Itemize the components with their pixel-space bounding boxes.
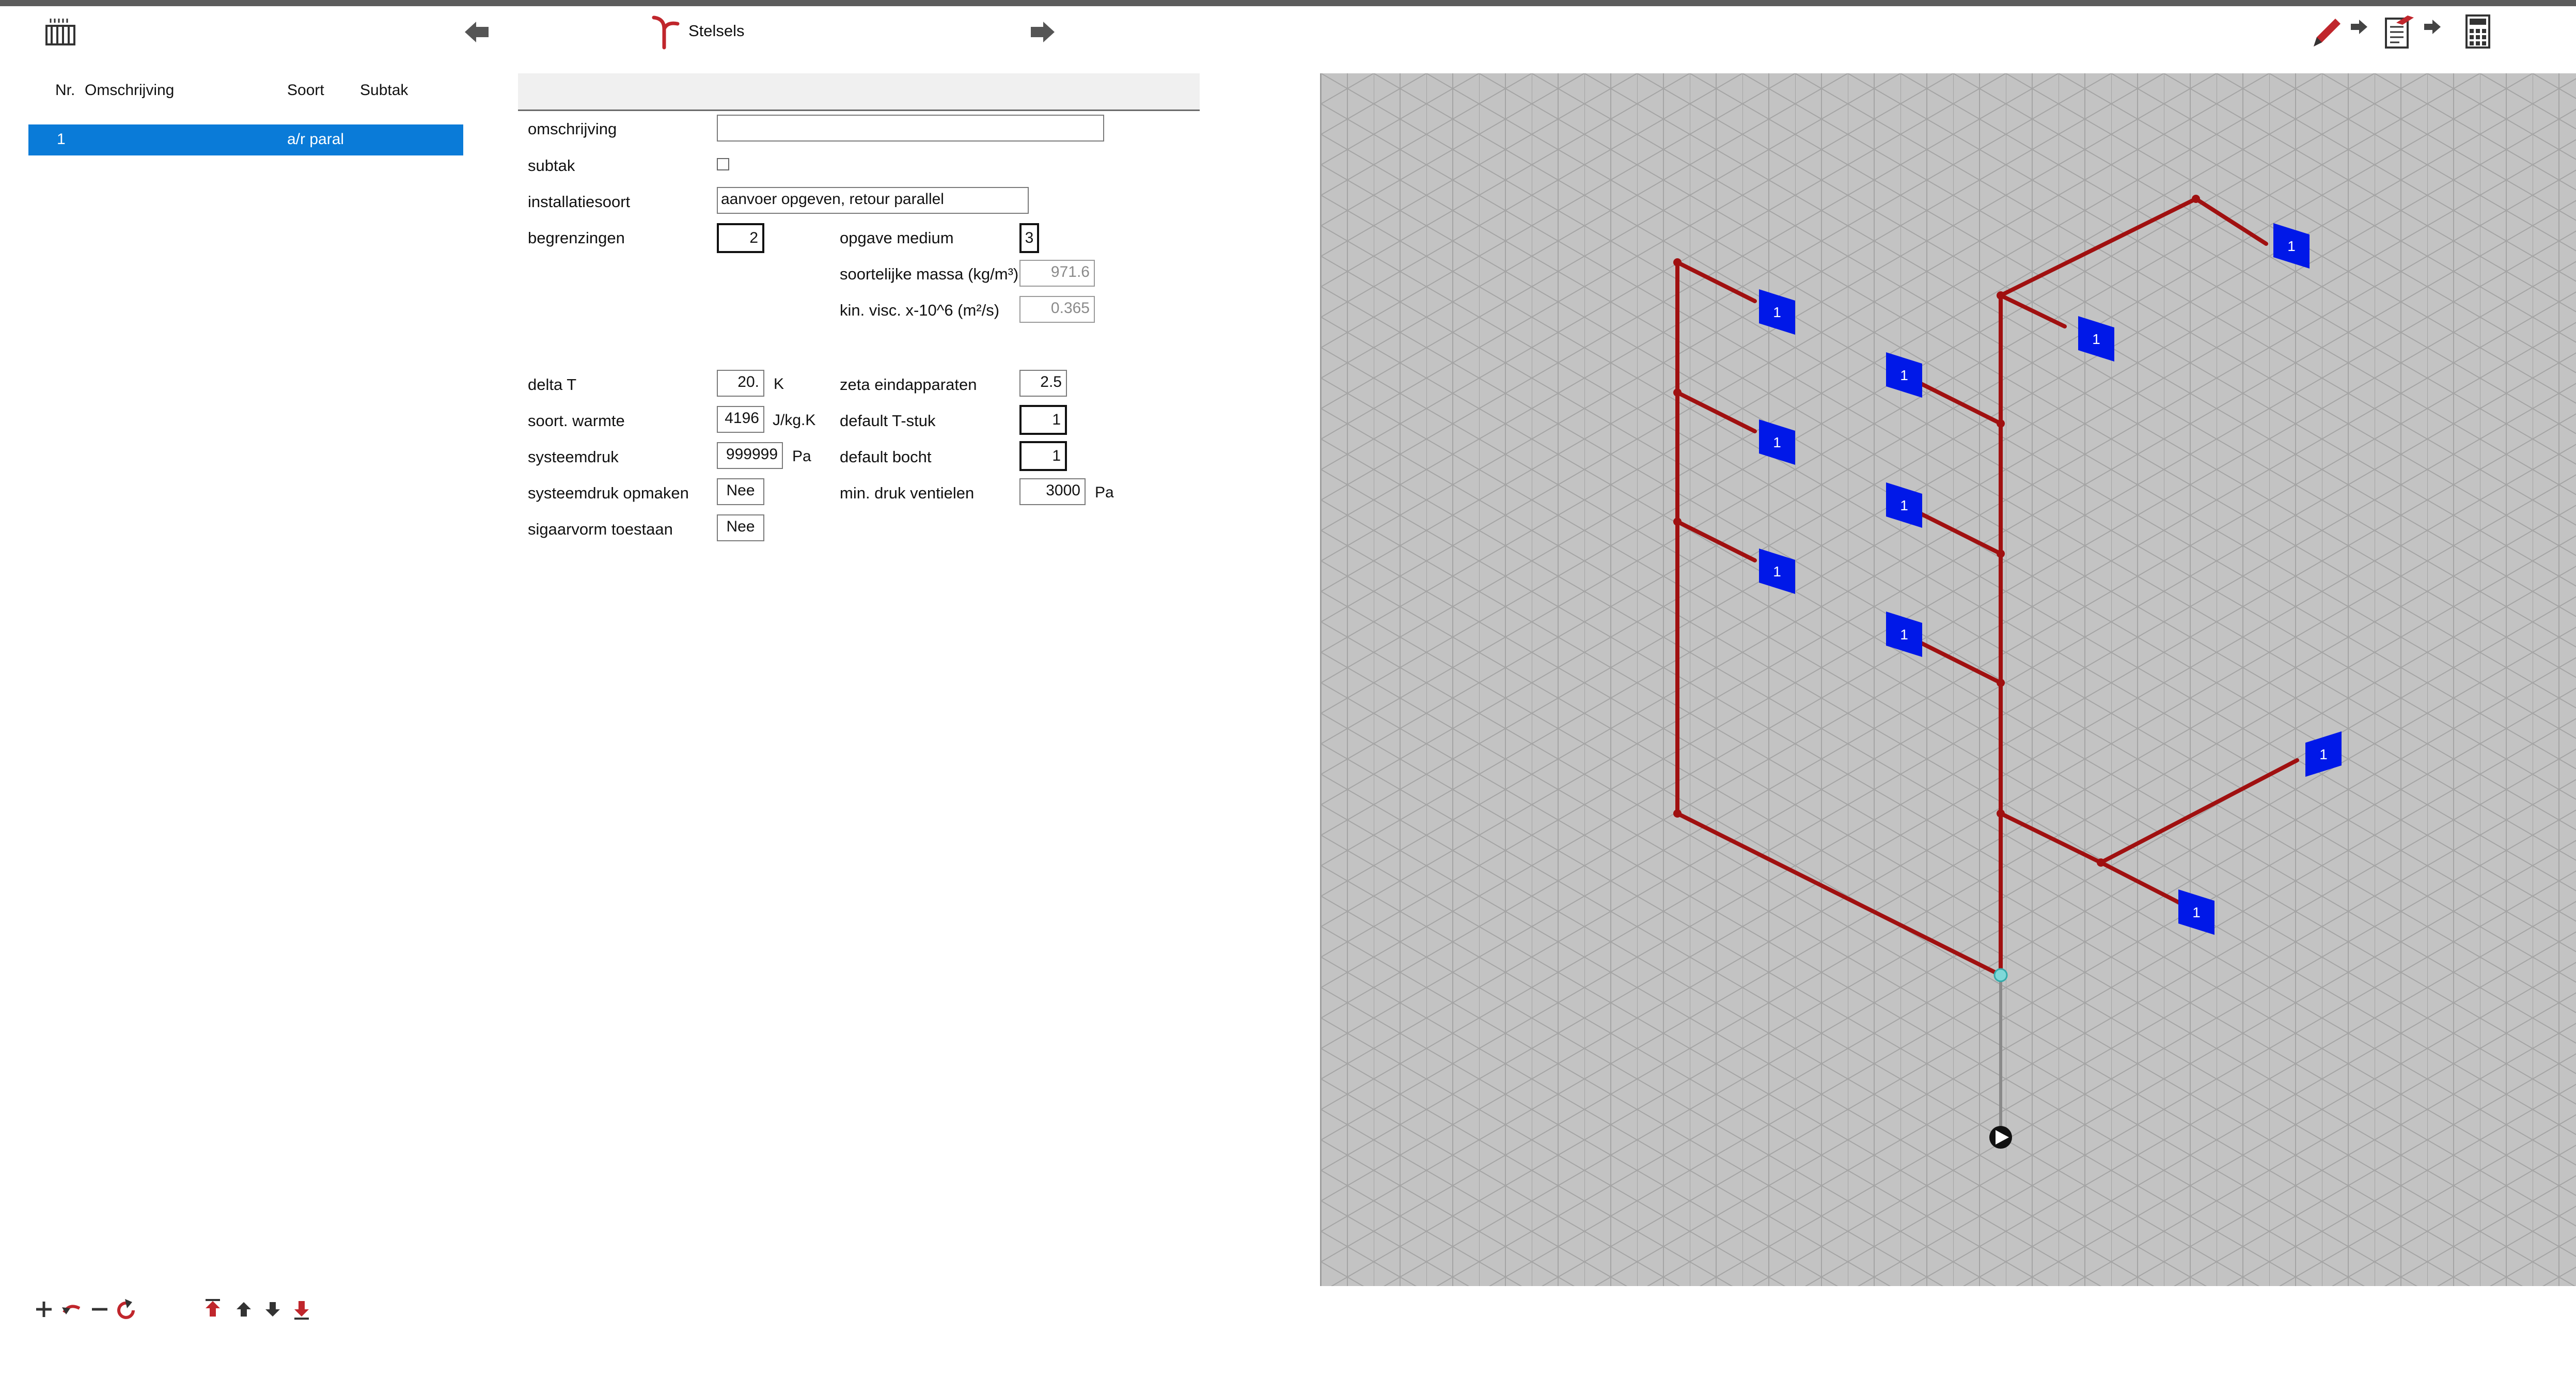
soortelijke-massa-label: soortelijke massa (kg/m³) — [840, 265, 1019, 283]
radiator-label: 1 — [1773, 304, 1781, 320]
isometric-diagram-canvas[interactable]: 1 1 1 1 1 1 1 1 1 1 — [1320, 73, 2576, 1286]
default-tstuk-label: default T-stuk — [840, 412, 936, 430]
soort-warmte-field[interactable]: 4196 — [717, 406, 764, 433]
move-up-icon[interactable] — [237, 1302, 251, 1317]
radiator-icon[interactable] — [43, 15, 77, 50]
default-tstuk-field[interactable]: 1 — [1019, 405, 1067, 435]
kin-visc-label: kin. visc. x-10^6 (m²/s) — [840, 301, 1000, 319]
installatiesoort-select[interactable]: aanvoer opgeven, retour parallel — [717, 187, 1029, 214]
radiator-label: 1 — [1773, 434, 1781, 450]
radiator-label: 1 — [1900, 627, 1908, 643]
zeta-label: zeta eindapparaten — [840, 375, 977, 394]
radiator-label: 1 — [2319, 746, 2328, 762]
refresh-icon[interactable] — [117, 1299, 135, 1319]
sigaarvorm-select[interactable]: Nee — [717, 514, 764, 541]
zeta-field[interactable]: 2.5 — [1019, 370, 1067, 397]
list-item[interactable]: 1 a/r paral — [28, 124, 463, 155]
radiator-label: 1 — [2092, 331, 2100, 347]
subtak-checkbox[interactable] — [717, 158, 729, 170]
sigaarvorm-label: sigaarvorm toestaan — [528, 520, 673, 538]
opgave-medium-label: opgave medium — [840, 229, 954, 247]
min-druk-label: min. druk ventielen — [840, 484, 975, 502]
default-bocht-field[interactable]: 1 — [1019, 441, 1067, 471]
systeemdruk-field[interactable]: 999999 — [717, 442, 783, 469]
radiator-label: 1 — [1900, 367, 1908, 383]
soort-warmte-unit: J/kg.K — [773, 412, 816, 429]
move-top-icon[interactable] — [206, 1299, 220, 1317]
kin-visc-field[interactable]: 0.365 — [1019, 296, 1095, 323]
radiator-label: 1 — [1773, 563, 1781, 580]
soortelijke-massa-field[interactable]: 971.6 — [1019, 260, 1095, 287]
systeemdruk-unit: Pa — [792, 448, 811, 465]
arrow-right-small-icon[interactable] — [2350, 19, 2368, 35]
omschrijving-label: omschrijving — [528, 120, 617, 138]
document-icon[interactable] — [2382, 12, 2418, 50]
omschrijving-field[interactable] — [717, 115, 1104, 142]
min-druk-field[interactable]: 3000 — [1019, 478, 1086, 505]
form-header-band — [518, 73, 1200, 111]
radiator-label: 1 — [1900, 497, 1908, 513]
systeemdruk-opmaken-label: systeemdruk opmaken — [528, 484, 689, 502]
default-bocht-label: default bocht — [840, 448, 932, 466]
radiator-label: 1 — [2287, 238, 2296, 254]
delta-t-field[interactable]: 20. — [717, 370, 764, 397]
systeemdruk-opmaken-select[interactable]: Nee — [717, 478, 764, 505]
connection-node[interactable] — [1993, 968, 2008, 982]
radiator-label: 1 — [2192, 904, 2201, 920]
soort-warmte-label: soort. warmte — [528, 412, 625, 430]
arrow-right-icon[interactable] — [1029, 20, 1057, 44]
begrenzingen-label: begrenzingen — [528, 229, 625, 247]
subtak-label: subtak — [528, 156, 575, 175]
plus-icon[interactable] — [36, 1302, 52, 1317]
move-bottom-icon[interactable] — [294, 1301, 309, 1320]
list-actions-toolbar — [31, 1294, 320, 1327]
pipe-branch-icon[interactable] — [647, 13, 683, 50]
col-header-subtak[interactable]: Subtak — [360, 82, 408, 99]
row-soort: a/r paral — [287, 131, 344, 148]
begrenzingen-field[interactable]: 2 — [717, 223, 764, 253]
arrow-right-small-icon[interactable] — [2423, 19, 2442, 35]
calculator-icon[interactable] — [2463, 13, 2492, 50]
installatiesoort-label: installatiesoort — [528, 193, 631, 211]
window-top-strip — [0, 0, 2576, 6]
move-down-icon[interactable] — [265, 1302, 280, 1317]
col-header-nr[interactable]: Nr. — [55, 82, 75, 99]
opgave-medium-field[interactable]: 3 — [1019, 223, 1039, 253]
delta-t-unit: K — [774, 375, 784, 393]
row-nr: 1 — [57, 131, 66, 148]
page-title: Stelsels — [688, 22, 745, 40]
min-druk-unit: Pa — [1095, 484, 1114, 501]
grid-background — [1321, 73, 2576, 1286]
col-header-omschrijving[interactable]: Omschrijving — [85, 82, 174, 99]
isometric-diagram[interactable]: 1 1 1 1 1 1 1 1 1 1 — [1321, 73, 2576, 1286]
undo-icon[interactable] — [62, 1305, 81, 1314]
arrow-left-icon[interactable] — [463, 20, 491, 44]
pencil-icon[interactable] — [2308, 13, 2345, 50]
col-header-soort[interactable]: Soort — [287, 82, 324, 99]
systeemdruk-label: systeemdruk — [528, 448, 619, 466]
delta-t-label: delta T — [528, 375, 577, 394]
pump-icon[interactable] — [1989, 1126, 2012, 1149]
